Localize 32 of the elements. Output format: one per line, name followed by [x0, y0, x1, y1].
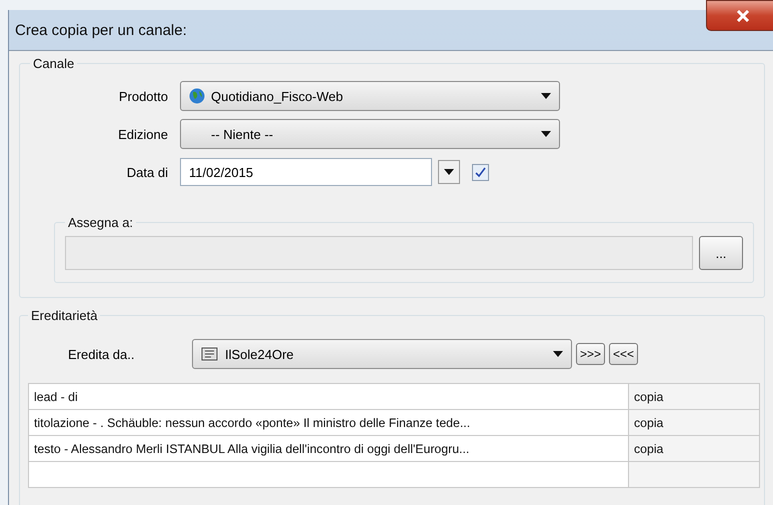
field-label: Edizione	[117, 126, 169, 142]
edition-dropdown[interactable]: -- Niente --	[180, 119, 560, 149]
table-cell: copia	[628, 436, 760, 462]
caret-icon	[541, 131, 551, 137]
table-cell: testo - Alessandro Merli ISTANBUL Alla vigilia dell'incontro di oggi dell'Eurogru...	[28, 436, 628, 462]
move-button[interactable]: >>>	[576, 343, 606, 365]
table-cell: titolazione - . Schäuble: nessun accordo «ponte» Il ministro delle Finanze tede...	[28, 410, 628, 436]
caret-icon	[541, 93, 551, 99]
group-label: Ereditarietà	[30, 308, 98, 323]
caret-icon	[553, 351, 563, 357]
field-label: Eredita da..	[68, 346, 136, 362]
check-icon	[475, 166, 486, 178]
browse-button[interactable]: ...	[699, 236, 743, 270]
close-button[interactable]	[706, 0, 773, 31]
group-label: Assegna a:	[67, 215, 134, 230]
date-dropdown-button[interactable]	[438, 160, 460, 184]
table-cell: copia	[628, 384, 760, 410]
close-icon	[736, 10, 750, 22]
group-label: Canale	[32, 56, 76, 71]
move-button[interactable]: <<<	[609, 343, 638, 365]
field-label: Prodotto	[118, 88, 169, 104]
newspaper-icon	[201, 346, 219, 362]
caret-icon	[444, 169, 454, 175]
globe-icon	[189, 88, 205, 104]
field-label: Data di	[126, 164, 169, 180]
product-dropdown[interactable]: Quotidiano_Fisco-Web	[180, 81, 560, 111]
window-title: Crea copia per un canale:	[14, 20, 188, 40]
table-cell: lead - di	[28, 384, 628, 410]
table-cell: copia	[628, 410, 760, 436]
date-field[interactable]: 11/02/2015	[180, 158, 432, 186]
checkbox[interactable]	[472, 164, 489, 180]
source-dropdown[interactable]: IlSole24Ore	[192, 339, 572, 369]
